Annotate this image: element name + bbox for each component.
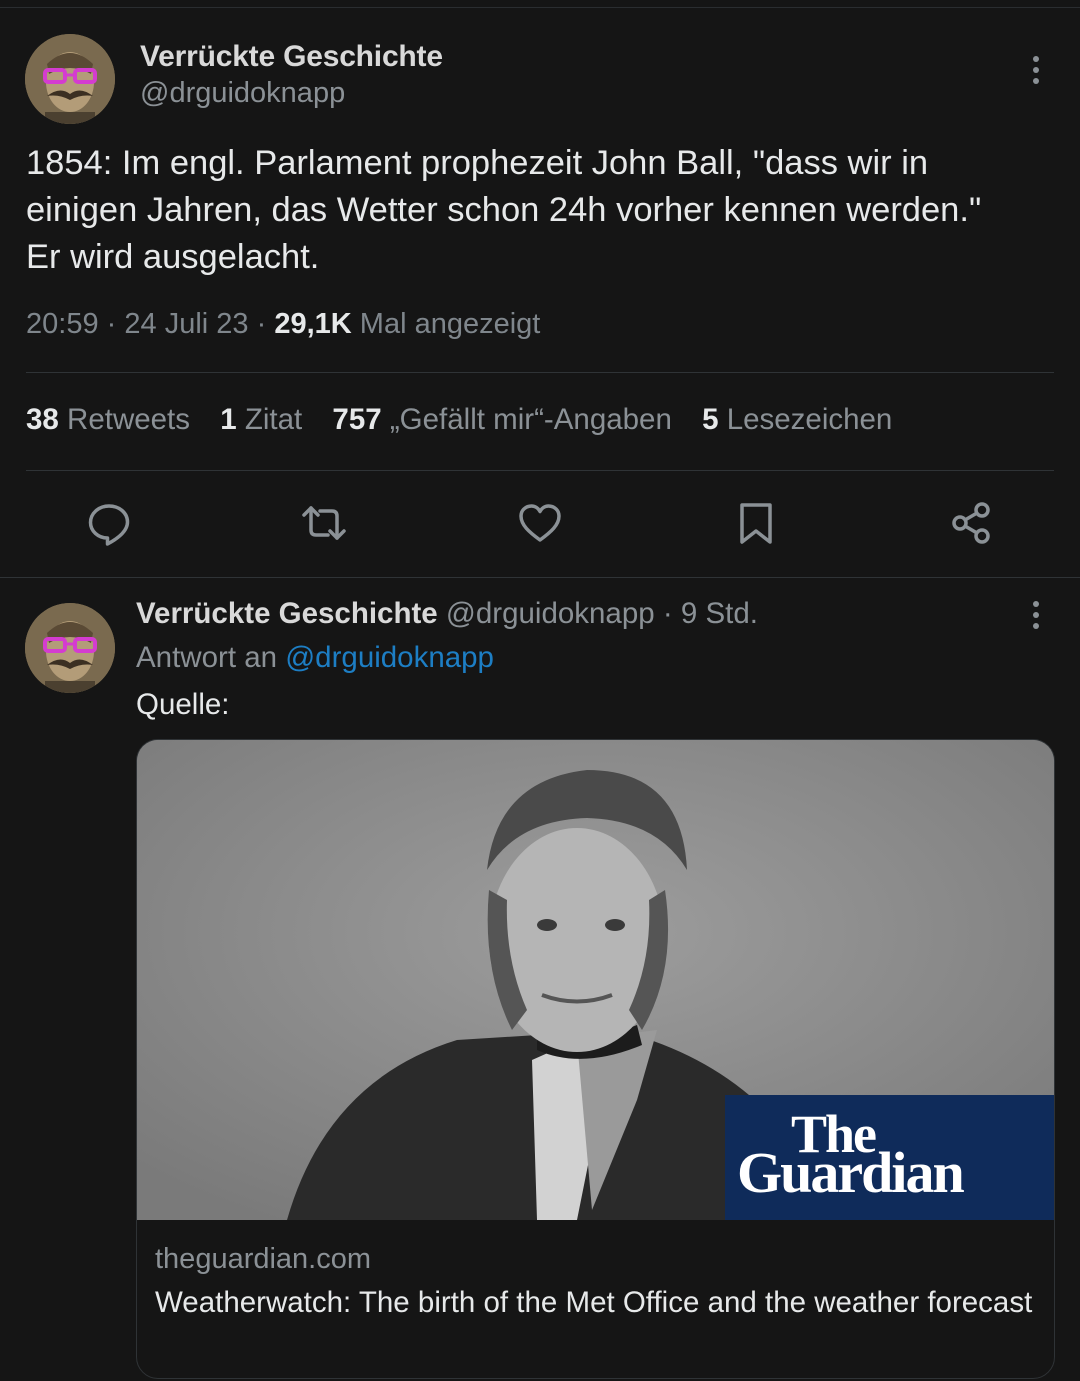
heart-icon[interactable] <box>517 500 563 546</box>
author-handle[interactable]: @drguidoknapp <box>140 77 345 110</box>
reply-icon[interactable] <box>86 500 132 546</box>
tweet-time[interactable]: 20:59 <box>26 308 99 340</box>
reply-time[interactable]: 9 Std. <box>681 597 758 630</box>
reply-author-handle[interactable]: @drguidoknapp <box>446 597 655 630</box>
reply-to-mention[interactable]: @drguidoknapp <box>285 641 494 674</box>
tweet-date[interactable]: 24 Juli 23 <box>124 308 248 340</box>
bookmark-icon[interactable] <box>733 500 779 546</box>
guardian-logo: The Guardian <box>725 1095 1054 1220</box>
tweet-text: 1854: Im engl. Parlament prophezeit John… <box>26 144 982 276</box>
divider <box>26 372 1054 373</box>
share-icon[interactable] <box>948 500 994 546</box>
top-divider <box>0 7 1080 8</box>
reply-text: Quelle: <box>136 688 230 721</box>
reply-header: Verrückte Geschichte @drguidoknapp · 9 S… <box>136 597 758 630</box>
likes-stat[interactable]: 757 „Gefällt mir“-Angaben <box>332 403 671 436</box>
retweet-icon[interactable] <box>301 500 347 546</box>
card-image: The Guardian <box>137 740 1054 1220</box>
link-card[interactable]: The Guardian theguardian.com Weatherwatc… <box>136 739 1055 1379</box>
avatar[interactable] <box>25 34 115 124</box>
bookmarks-stat[interactable]: 5 Lesezeichen <box>702 403 892 436</box>
quotes-stat[interactable]: 1 Zitat <box>220 403 302 436</box>
card-title: Weatherwatch: The birth of the Met Offic… <box>155 1286 1033 1319</box>
tweet-meta: 20:59 · 24 Juli 23 · 29,1K Mal angezeigt <box>26 308 541 340</box>
views-label: Mal angezeigt <box>359 308 541 340</box>
reply-to-line: Antwort an @drguidoknapp <box>136 641 494 674</box>
reply-more-options-icon[interactable] <box>1030 601 1042 637</box>
divider <box>26 470 1054 471</box>
retweets-stat[interactable]: 38 Retweets <box>26 403 190 436</box>
engagement-stats: 38 Retweets 1 Zitat 757 „Gefällt mir“-An… <box>26 403 914 437</box>
views-count: 29,1K <box>274 308 352 340</box>
more-options-icon[interactable] <box>1030 56 1042 92</box>
action-bar <box>0 500 1080 550</box>
author-name[interactable]: Verrückte Geschichte <box>140 40 443 74</box>
reply-author-name[interactable]: Verrückte Geschichte <box>136 597 438 630</box>
reply-avatar[interactable] <box>25 603 115 693</box>
card-domain: theguardian.com <box>155 1243 372 1275</box>
section-divider <box>0 577 1080 578</box>
